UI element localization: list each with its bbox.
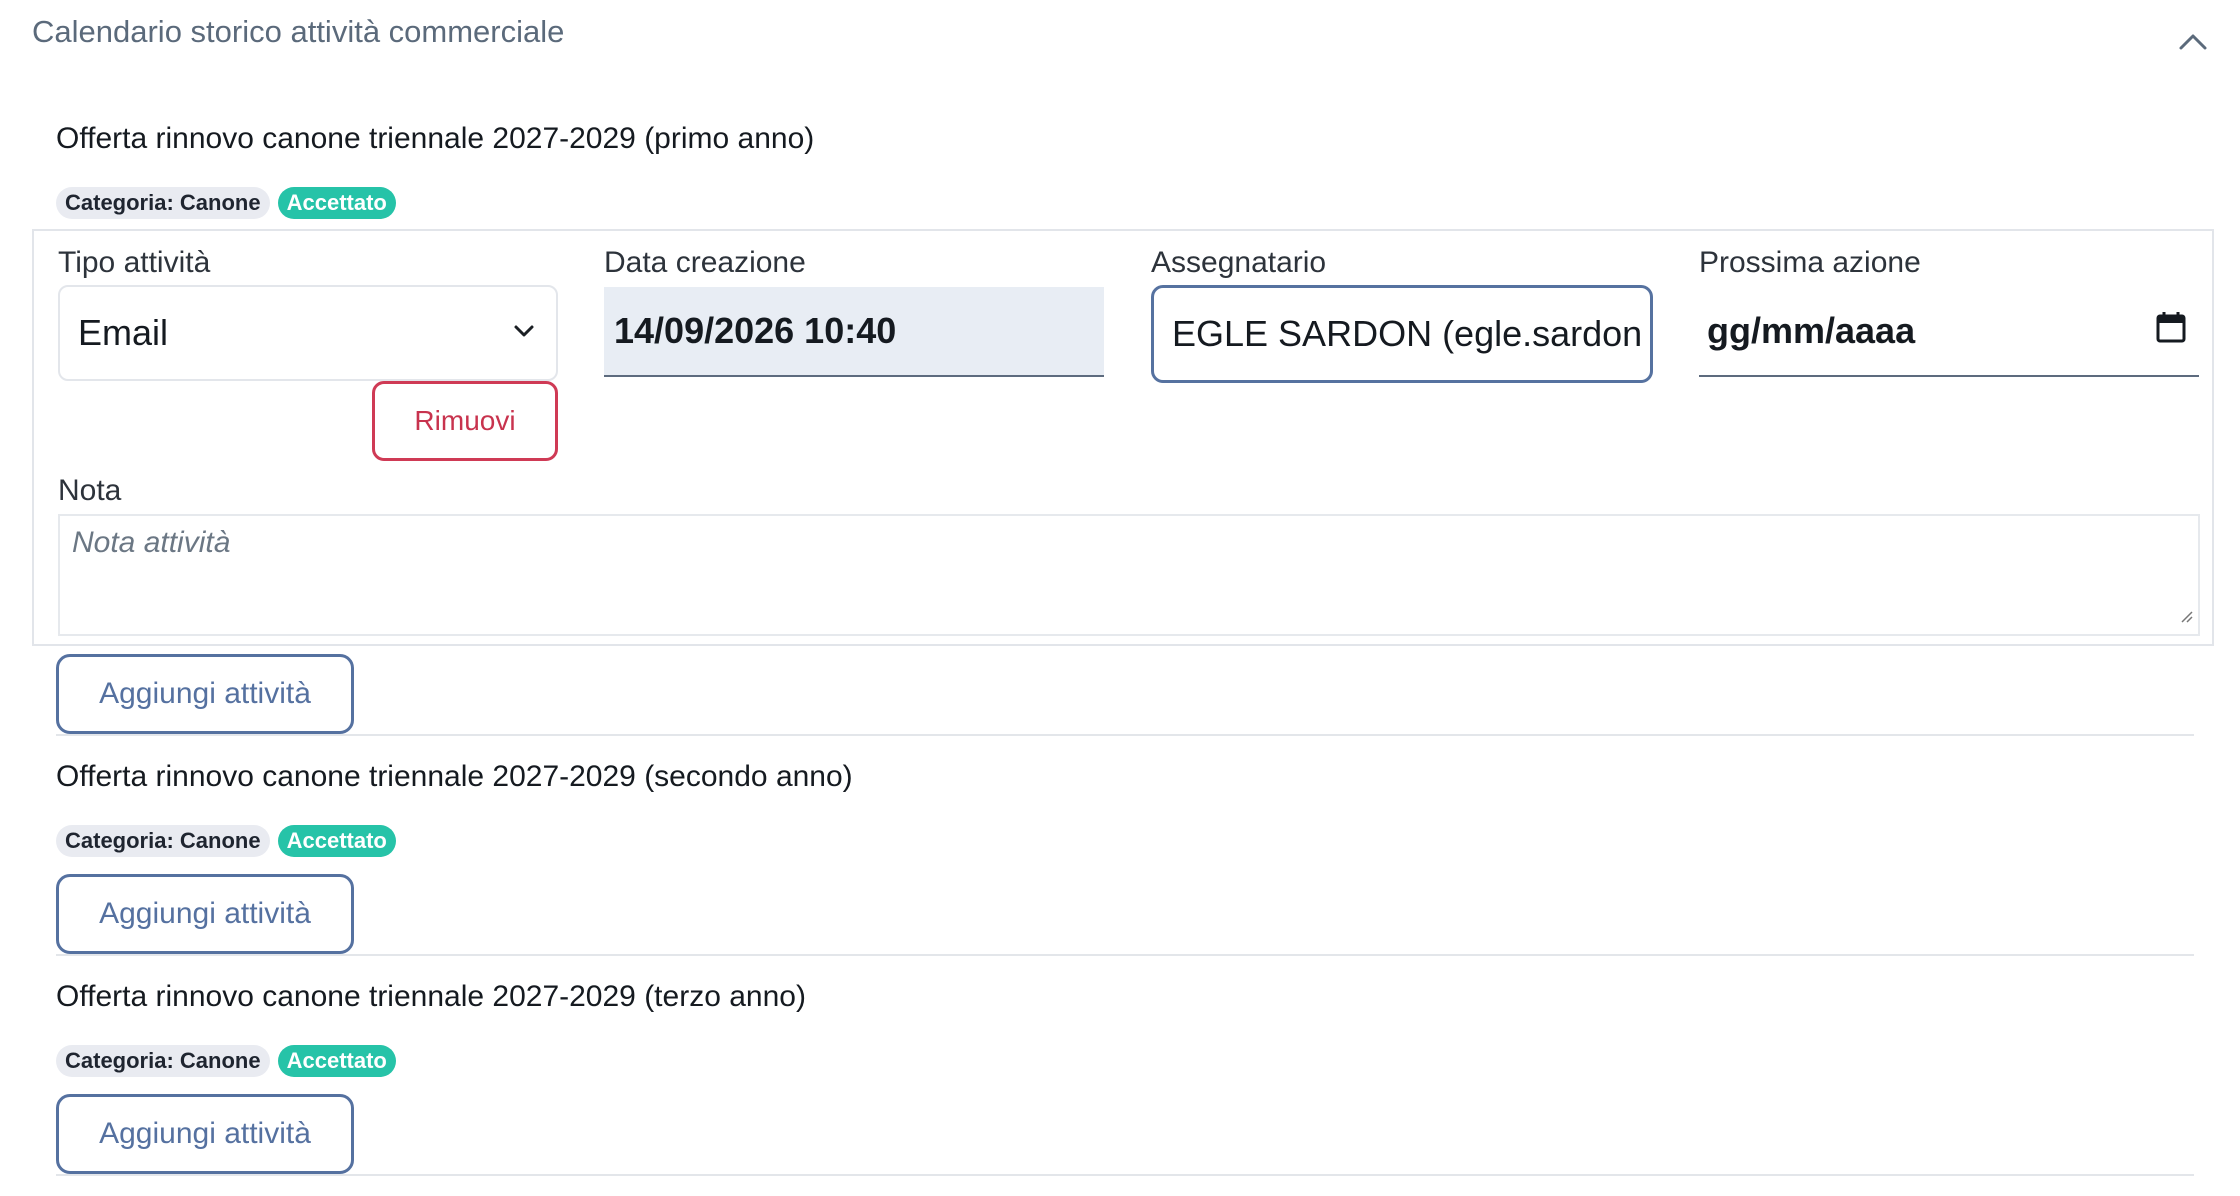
activity-card: Tipo attività Email Rimuovi Data creazio…: [32, 229, 2214, 646]
assegnatario-label: Assegnatario: [1151, 246, 1327, 279]
status-badge: Accettato: [277, 187, 396, 219]
assegnatario-select[interactable]: EGLE SARDON (egle.sardon: [1151, 285, 1653, 383]
nota-placeholder: Nota attività: [72, 526, 231, 559]
data-creazione-label: Data creazione: [604, 246, 806, 279]
status-badge: Accettato: [277, 1045, 396, 1077]
nota-textarea[interactable]: Nota attività: [58, 514, 2200, 636]
category-badge: Categoria: Canone: [56, 825, 270, 857]
divider: [56, 1174, 2194, 1176]
add-activity-button[interactable]: Aggiungi attività: [56, 1094, 354, 1174]
add-activity-button[interactable]: Aggiungi attività: [56, 654, 354, 734]
divider: [56, 734, 2194, 736]
prossima-azione-label: Prossima azione: [1699, 246, 1921, 279]
offer-badges: Categoria: Canone Accettato: [56, 1045, 396, 1077]
prossima-azione-date-input[interactable]: gg/mm/aaaa: [1699, 287, 2199, 377]
remove-button[interactable]: Rimuovi: [372, 381, 558, 461]
status-badge: Accettato: [277, 825, 396, 857]
chevron-up-icon[interactable]: [2173, 22, 2213, 62]
category-badge: Categoria: Canone: [56, 187, 270, 219]
category-badge: Categoria: Canone: [56, 1045, 270, 1077]
offer-title: Offerta rinnovo canone triennale 2027-20…: [56, 980, 806, 1013]
divider: [56, 954, 2194, 956]
tipo-attivita-label: Tipo attività: [58, 246, 211, 279]
offer-badges: Categoria: Canone Accettato: [56, 825, 396, 857]
calendar-icon[interactable]: [2155, 310, 2187, 353]
add-activity-button[interactable]: Aggiungi attività: [56, 874, 354, 954]
offer-badges: Categoria: Canone Accettato: [56, 187, 396, 219]
data-creazione-field: 14/09/2026 10:40: [604, 287, 1104, 377]
section-title: Calendario storico attività commerciale: [32, 14, 565, 49]
offer-title: Offerta rinnovo canone triennale 2027-20…: [56, 760, 853, 793]
date-placeholder: gg/mm/aaaa: [1707, 310, 1916, 351]
assegnatario-value: EGLE SARDON (egle.sardon: [1172, 313, 1643, 354]
offer-title: Offerta rinnovo canone triennale 2027-20…: [56, 122, 815, 155]
nota-label: Nota: [58, 474, 122, 507]
chevron-down-icon: [510, 312, 538, 354]
resize-handle-icon[interactable]: [2178, 598, 2194, 632]
tipo-attivita-value: Email: [78, 312, 169, 353]
tipo-attivita-select[interactable]: Email: [58, 285, 558, 381]
